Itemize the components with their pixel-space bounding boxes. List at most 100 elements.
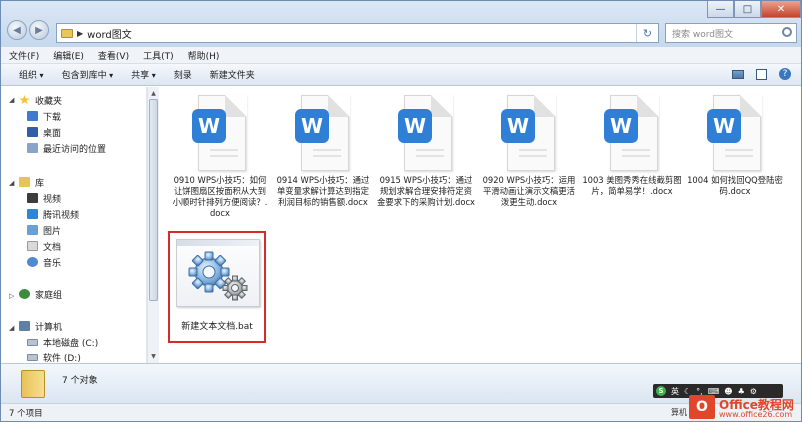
video-icon xyxy=(27,193,38,203)
organize-button[interactable]: 组织 xyxy=(19,68,44,81)
sidebar-homegroup[interactable]: 家庭组 xyxy=(19,286,62,302)
file-item[interactable]: W 0920 WPS小技巧：运用平滑动画让演示文稿更活泼更生动.docx xyxy=(479,95,579,208)
file-name: 0915 WPS小技巧：通过规划求解合理安排符定资金要求下的采购计划.docx xyxy=(376,175,476,207)
tencent-video-icon xyxy=(27,209,38,219)
menu-tools[interactable]: 工具(T) xyxy=(143,49,174,62)
wps-word-document-icon: W xyxy=(396,95,456,171)
file-name: 1003 美图秀秀在线截剪图片，简单易学！.docx xyxy=(582,175,682,196)
homegroup-icon xyxy=(19,289,30,299)
watermark: 算机 O Office教程网 www.office26.com xyxy=(671,395,801,422)
close-button[interactable]: ✕ xyxy=(761,1,801,18)
sidebar-item-label: 最近访问的位置 xyxy=(43,144,107,155)
sidebar-libraries-label: 库 xyxy=(35,178,45,189)
sogou-ime-icon[interactable]: S xyxy=(656,386,666,396)
drive-icon xyxy=(27,353,38,361)
sidebar-item-label: 视频 xyxy=(43,194,62,205)
file-name: 新建文本文档.bat xyxy=(181,322,253,332)
library-icon xyxy=(19,177,30,187)
file-list: W 0910 WPS小技巧：如何让饼图扇区按面积从大到小顺时针排列方便阅读？.d… xyxy=(160,87,801,363)
include-in-library-button[interactable]: 包含到库中 xyxy=(62,68,114,81)
sidebar-item-videos[interactable]: 视频 xyxy=(27,190,61,206)
sidebar-item-recent[interactable]: 最近访问的位置 xyxy=(27,140,106,156)
sidebar-item-drive-d[interactable]: 软件 (D:) xyxy=(27,349,81,363)
sidebar-item-label: 软件 (D:) xyxy=(43,353,81,364)
menu-file[interactable]: 文件(F) xyxy=(9,49,39,62)
view-controls: ? xyxy=(732,68,791,80)
ime-language[interactable]: 英 xyxy=(671,386,679,397)
scroll-up-arrow-icon[interactable]: ▲ xyxy=(149,88,158,98)
sidebar-favorites[interactable]: 收藏夹 xyxy=(19,92,62,108)
office-logo-icon: O xyxy=(689,395,715,419)
file-item[interactable]: W 0915 WPS小技巧：通过规划求解合理安排符定资金要求下的采购计划.doc… xyxy=(376,95,476,208)
title-bar: — □ ✕ ◀ ▶ ▶ word图文 ↻ 搜索 word图文 xyxy=(1,1,801,47)
sidebar-item-label: 音乐 xyxy=(43,258,62,269)
maximize-button[interactable]: □ xyxy=(734,1,761,18)
breadcrumb-path[interactable]: word图文 xyxy=(87,26,132,41)
sidebar-item-label: 腾讯视频 xyxy=(43,210,80,221)
file-name: 1004 如何找回QQ登陆密码.docx xyxy=(687,175,783,196)
drive-icon xyxy=(27,338,38,346)
collapse-triangle-icon[interactable]: ◢ xyxy=(9,179,14,187)
batch-file-gears-icon xyxy=(176,239,260,307)
file-item[interactable]: W 0914 WPS小技巧：通过单变量求解计算达到指定利润目标的销售额.docx xyxy=(273,95,373,208)
sidebar-libraries[interactable]: 库 xyxy=(19,174,44,190)
refresh-icon[interactable]: ↻ xyxy=(636,24,658,42)
scrollbar-thumb[interactable] xyxy=(149,99,158,301)
download-folder-icon xyxy=(27,111,38,121)
wps-word-document-icon: W xyxy=(602,95,662,171)
share-button[interactable]: 共享 xyxy=(131,68,156,81)
collapse-triangle-icon[interactable]: ◢ xyxy=(9,96,14,104)
search-input[interactable]: 搜索 word图文 xyxy=(665,23,797,43)
scroll-down-arrow-icon[interactable]: ▼ xyxy=(149,351,158,361)
sidebar-item-documents[interactable]: 文档 xyxy=(27,238,61,254)
explorer-window: — □ ✕ ◀ ▶ ▶ word图文 ↻ 搜索 word图文 文件(F) 编辑(… xyxy=(0,0,802,422)
sidebar-item-label: 下载 xyxy=(43,112,62,123)
file-item[interactable]: W 0910 WPS小技巧：如何让饼图扇区按面积从大到小顺时针排列方便阅读？.d… xyxy=(170,95,270,219)
menu-edit[interactable]: 编辑(E) xyxy=(53,49,84,62)
sidebar-scrollbar[interactable]: ▲ ▼ xyxy=(147,87,159,363)
forward-button[interactable]: ▶ xyxy=(29,20,49,40)
wps-word-document-icon: W xyxy=(499,95,559,171)
address-bar[interactable]: ▶ word图文 ↻ xyxy=(56,23,659,43)
desktop-icon xyxy=(27,127,38,137)
item-count: 7 个项目 xyxy=(9,408,43,419)
wps-word-document-icon: W xyxy=(293,95,353,171)
new-folder-button[interactable]: 新建文件夹 xyxy=(210,68,255,81)
sidebar-item-drive-c[interactable]: 本地磁盘 (C:) xyxy=(27,334,98,350)
search-placeholder: 搜索 word图文 xyxy=(672,29,733,40)
back-button[interactable]: ◀ xyxy=(7,20,27,40)
help-icon[interactable]: ? xyxy=(779,68,791,80)
watermark-prefix: 算机 xyxy=(671,408,687,417)
burn-button[interactable]: 刻录 xyxy=(174,68,192,81)
file-item-highlighted[interactable]: 新建文本文档.bat xyxy=(168,231,266,343)
sidebar-item-pictures[interactable]: 图片 xyxy=(27,222,61,238)
menu-help[interactable]: 帮助(H) xyxy=(188,49,220,62)
watermark-url: www.office26.com xyxy=(719,410,793,419)
breadcrumb-separator-icon[interactable]: ▶ xyxy=(77,29,83,38)
recent-places-icon xyxy=(27,143,38,153)
wps-word-document-icon: W xyxy=(190,95,250,171)
minimize-button[interactable]: — xyxy=(707,1,734,18)
sidebar-item-desktop[interactable]: 桌面 xyxy=(27,124,61,140)
sidebar-item-tencent-video[interactable]: 腾讯视频 xyxy=(27,206,79,222)
preview-pane-icon[interactable] xyxy=(756,68,767,80)
sidebar-item-music[interactable]: 音乐 xyxy=(27,254,61,270)
file-item[interactable]: W 1004 如何找回QQ登陆密码.docx xyxy=(685,95,785,197)
collapse-triangle-icon[interactable]: ◢ xyxy=(9,324,14,332)
menu-view[interactable]: 查看(V) xyxy=(98,49,129,62)
search-icon[interactable] xyxy=(782,27,792,37)
command-bar: 组织 包含到库中 共享 刻录 新建文件夹 ? xyxy=(1,64,801,86)
sidebar-item-label: 图片 xyxy=(43,226,62,237)
back-arrow-icon: ◀ xyxy=(13,24,21,36)
expand-triangle-icon[interactable]: ▷ xyxy=(9,292,14,300)
file-item[interactable]: W 1003 美图秀秀在线截剪图片，简单易学！.docx xyxy=(582,95,682,197)
folder-icon xyxy=(61,28,73,38)
sidebar-computer[interactable]: 计算机 xyxy=(19,318,62,334)
change-view-icon[interactable] xyxy=(732,69,744,79)
sidebar-homegroup-label: 家庭组 xyxy=(35,290,63,301)
pictures-icon xyxy=(27,225,38,235)
sidebar-favorites-label: 收藏夹 xyxy=(35,96,63,107)
sidebar-item-downloads[interactable]: 下载 xyxy=(27,108,61,124)
sidebar-item-label: 桌面 xyxy=(43,128,62,139)
navigation-pane: ◢ 收藏夹 下载 桌面 最近访问的位置 ◢ 库 视频 腾讯视频 图片 文档 音乐… xyxy=(1,87,147,363)
